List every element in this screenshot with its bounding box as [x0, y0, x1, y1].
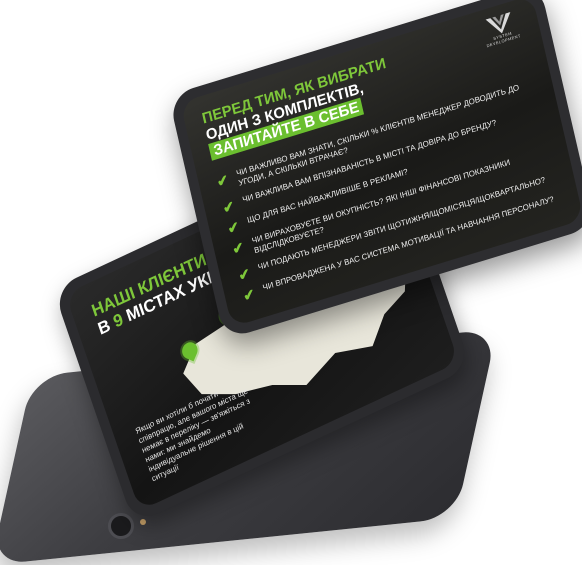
- checklist-screen: ПЕРЕД ТИМ, ЯК ВИБРАТИ ОДИН З КОМПЛЕКТІВ,…: [180, 0, 582, 328]
- tablet-checklist: ПЕРЕД ТИМ, ЯК ВИБРАТИ ОДИН З КОМПЛЕКТІВ,…: [168, 0, 582, 340]
- checkmark-icon: ✔: [225, 217, 241, 237]
- map-note-text: Якщо ви хотіли б почати співпрацю, але в…: [134, 386, 252, 484]
- product-mockup-scene: НАШІ КЛІЄНТИ В 9 МІСТАХ УКР Якщо ви хоті…: [0, 0, 582, 565]
- checkmark-icon: ✔: [221, 197, 237, 217]
- checkmark-icon: ✔: [215, 170, 230, 190]
- brand-logo: SYSTEM DEVELOPMENT: [479, 10, 524, 49]
- checkmark-icon: ✔: [230, 238, 246, 258]
- camera-lens-icon: [108, 513, 134, 539]
- checkmark-icon: ✔: [236, 264, 252, 284]
- checkmark-icon: ✔: [241, 285, 257, 305]
- camera-flash-icon: [140, 519, 146, 525]
